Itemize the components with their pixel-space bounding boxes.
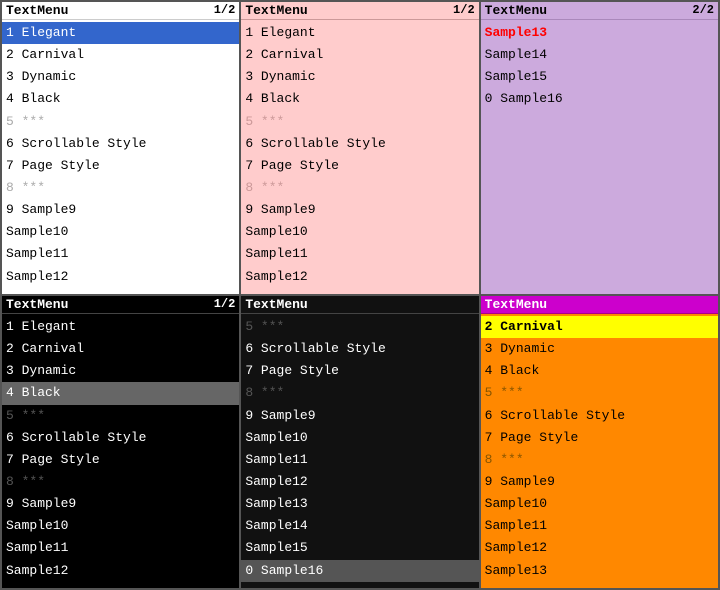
list-item[interactable]: 5 *** [2, 405, 239, 427]
list-item[interactable]: Sample13 [241, 493, 478, 515]
list-item[interactable]: 9 Sample9 [241, 405, 478, 427]
panel-p1-page: 1/2 [214, 3, 236, 18]
list-item[interactable]: 1 Elegant [2, 316, 239, 338]
list-item[interactable]: Sample13 [481, 560, 718, 582]
list-item[interactable]: 7 Page Style [481, 427, 718, 449]
list-item[interactable]: Sample12 [241, 471, 478, 493]
list-item[interactable]: 7 Page Style [2, 155, 239, 177]
panel-p1: TextMenu 1/2 1 Elegant2 Carnival3 Dynamic4… [1, 1, 240, 295]
list-item[interactable]: Sample10 [241, 427, 478, 449]
list-item[interactable]: Sample11 [2, 537, 239, 559]
panel-p6-header: TextMenu [481, 296, 718, 314]
panel-p4-body: 1 Elegant2 Carnival3 Dynamic4 Black5 ***… [2, 314, 239, 588]
panel-p3-title: TextMenu [485, 3, 547, 18]
panel-p5-header: TextMenu [241, 296, 478, 314]
panel-p6-body: 2 Carnival3 Dynamic4 Black5 ***6 Scrolla… [481, 314, 718, 588]
panel-p4-page: 1/2 [214, 297, 236, 312]
list-item[interactable]: 4 Black [2, 88, 239, 110]
list-item[interactable]: 3 Dynamic [481, 338, 718, 360]
panel-p4-title: TextMenu [6, 297, 68, 312]
list-item[interactable]: 5 *** [481, 382, 718, 404]
list-item[interactable]: 6 Scrollable Style [2, 427, 239, 449]
list-item[interactable]: Sample12 [481, 537, 718, 559]
list-item[interactable]: 6 Scrollable Style [241, 338, 478, 360]
list-item[interactable]: Sample14 [481, 44, 718, 66]
list-item[interactable]: 6 Scrollable Style [241, 133, 478, 155]
list-item[interactable]: 4 Black [481, 360, 718, 382]
list-item[interactable]: 7 Page Style [241, 155, 478, 177]
list-item[interactable]: Sample12 [2, 266, 239, 288]
list-item[interactable]: Sample13 [481, 22, 718, 44]
list-item[interactable]: 1 Elegant [241, 22, 478, 44]
list-item[interactable]: Sample10 [2, 221, 239, 243]
list-item[interactable]: Sample12 [2, 560, 239, 582]
list-item[interactable]: 8 *** [481, 449, 718, 471]
list-item[interactable]: Sample10 [2, 515, 239, 537]
panel-p5-body: 5 ***6 Scrollable Style7 Page Style8 ***… [241, 314, 478, 588]
list-item[interactable]: 2 Carnival [481, 316, 718, 338]
panel-p2-body: 1 Elegant2 Carnival3 Dynamic4 Black5 ***… [241, 20, 478, 294]
list-item[interactable]: 6 Scrollable Style [2, 133, 239, 155]
list-item[interactable]: Sample12 [241, 266, 478, 288]
list-item[interactable]: Sample11 [241, 243, 478, 265]
panel-p1-body: 1 Elegant2 Carnival3 Dynamic4 Black5 ***… [2, 20, 239, 294]
list-item[interactable]: 5 *** [241, 316, 478, 338]
list-item[interactable]: 3 Dynamic [241, 66, 478, 88]
list-item[interactable]: 6 Scrollable Style [481, 405, 718, 427]
list-item[interactable]: Sample11 [2, 243, 239, 265]
list-item[interactable]: 9 Sample9 [2, 493, 239, 515]
list-item[interactable]: Sample10 [241, 221, 478, 243]
list-item[interactable]: Sample15 [481, 66, 718, 88]
list-item[interactable]: 1 Elegant [2, 22, 239, 44]
panel-p2-page: 1/2 [453, 3, 475, 18]
list-item[interactable]: 8 *** [2, 471, 239, 493]
list-item[interactable]: 9 Sample9 [481, 471, 718, 493]
panel-p1-header: TextMenu 1/2 [2, 2, 239, 20]
panel-p2-title: TextMenu [245, 3, 307, 18]
panel-p5: TextMenu 5 ***6 Scrollable Style7 Page St… [240, 295, 479, 589]
list-item[interactable]: Sample11 [241, 449, 478, 471]
panel-p3-header: TextMenu 2/2 [481, 2, 718, 20]
list-item[interactable]: 0 Sample16 [241, 560, 478, 582]
panel-p1-title: TextMenu [6, 3, 68, 18]
main-grid: TextMenu1/21 Elegant2 Carnival3 Dynamic4… [0, 0, 720, 590]
panel-p3-body: Sample13 Sample14 Sample150 Sample16 [481, 20, 718, 294]
list-item[interactable]: 8 *** [241, 382, 478, 404]
list-item[interactable]: 5 *** [241, 111, 478, 133]
list-item[interactable]: 0 Sample16 [481, 88, 718, 110]
panel-p4: TextMenu 1/2 1 Elegant2 Carnival3 Dynamic4… [1, 295, 240, 589]
panel-p2: TextMenu 1/2 1 Elegant2 Carnival3 Dynamic4… [240, 1, 479, 295]
panel-p5-title: TextMenu [245, 297, 307, 312]
list-item[interactable]: Sample11 [481, 515, 718, 537]
list-item[interactable]: Sample15 [241, 537, 478, 559]
list-item[interactable]: 3 Dynamic [2, 66, 239, 88]
list-item[interactable]: 8 *** [241, 177, 478, 199]
panel-p3: TextMenu 2/2 Sample13 Sample14 Sample150 … [480, 1, 719, 295]
panel-p3-page: 2/2 [692, 3, 714, 18]
list-item[interactable]: 3 Dynamic [2, 360, 239, 382]
list-item[interactable]: Sample14 [241, 515, 478, 537]
list-item[interactable]: 4 Black [241, 88, 478, 110]
list-item[interactable]: 7 Page Style [2, 449, 239, 471]
panel-p4-header: TextMenu 1/2 [2, 296, 239, 314]
list-item[interactable]: 9 Sample9 [241, 199, 478, 221]
list-item[interactable]: 2 Carnival [2, 338, 239, 360]
list-item[interactable]: 8 *** [2, 177, 239, 199]
panel-p2-header: TextMenu 1/2 [241, 2, 478, 20]
list-item[interactable]: 5 *** [2, 111, 239, 133]
list-item[interactable]: 4 Black [2, 382, 239, 404]
list-item[interactable]: 2 Carnival [241, 44, 478, 66]
panel-p6: TextMenu 2 Carnival3 Dynamic4 Black5 ***6… [480, 295, 719, 589]
list-item[interactable]: Sample10 [481, 493, 718, 515]
list-item[interactable]: 9 Sample9 [2, 199, 239, 221]
list-item[interactable]: 2 Carnival [2, 44, 239, 66]
panel-p6-title: TextMenu [485, 297, 547, 312]
list-item[interactable]: 7 Page Style [241, 360, 478, 382]
